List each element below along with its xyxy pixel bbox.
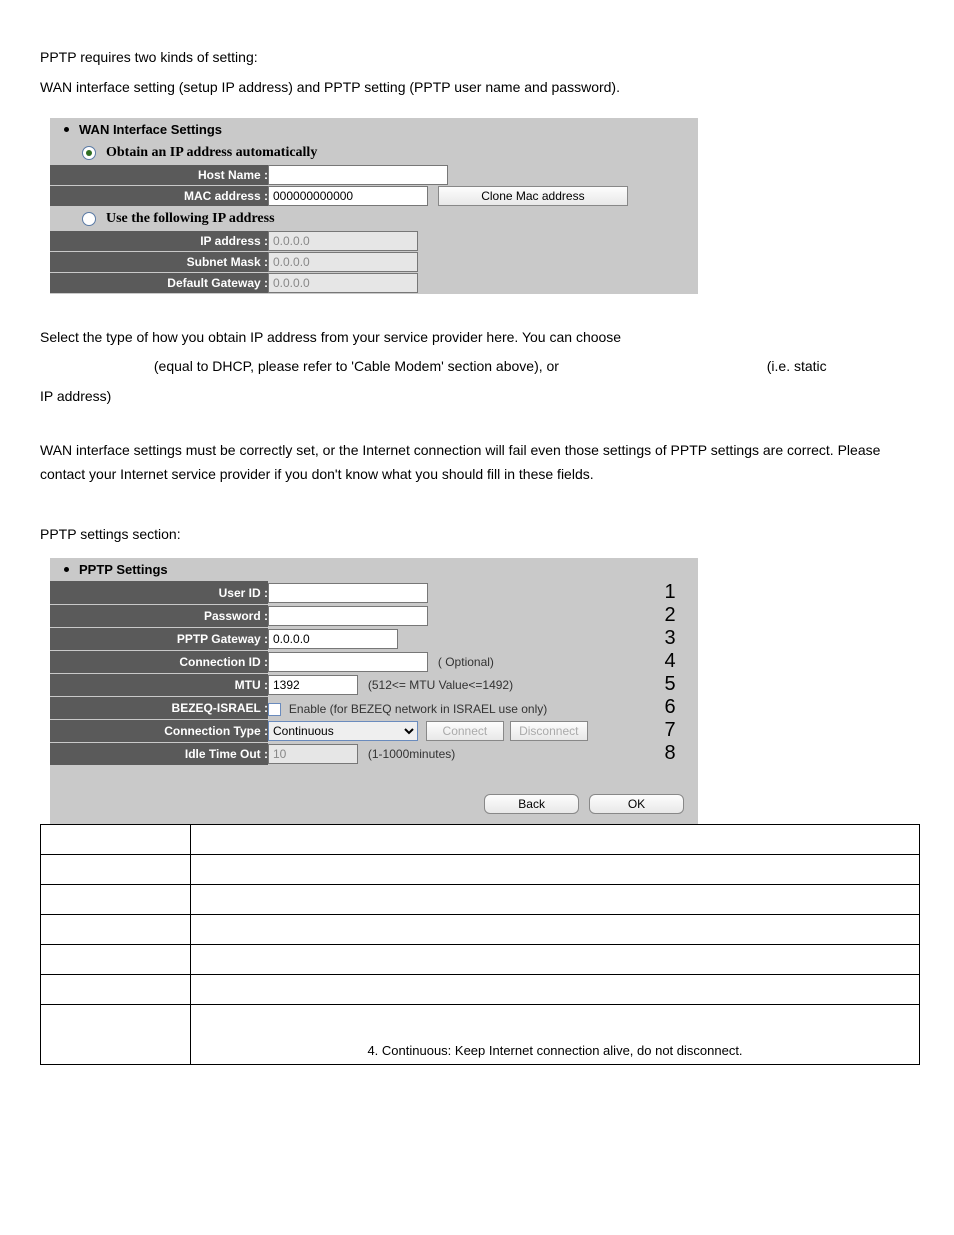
user-label: User ID : (50, 581, 268, 604)
wan-title: WAN Interface Settings (79, 122, 222, 137)
user-input[interactable] (268, 583, 428, 603)
num-7: 7 (642, 719, 698, 742)
radio-auto-label: Obtain an IP address automatically (106, 145, 317, 161)
mid-p3: PPTP settings section: (40, 523, 914, 547)
mask-label: Subnet Mask : (50, 251, 268, 272)
mac-label: MAC address : (50, 185, 268, 206)
ctype-select[interactable]: Continuous (268, 721, 418, 741)
mid-p1a: Select the type of how you obtain IP add… (40, 326, 914, 350)
bezeq-note: Enable (for BEZEQ network in ISRAEL use … (289, 702, 547, 716)
bezeq-label: BEZEQ-ISRAEL : (50, 696, 268, 719)
conn-note: ( Optional) (438, 655, 494, 669)
num-8: 8 (642, 742, 698, 765)
num-6: 6 (642, 696, 698, 719)
mtu-label: MTU : (50, 673, 268, 696)
idle-label: Idle Time Out : (50, 742, 268, 765)
bullet-icon (64, 127, 69, 132)
conn-input[interactable] (268, 652, 428, 672)
pw-input[interactable] (268, 606, 428, 626)
clone-mac-button[interactable]: Clone Mac address (438, 186, 628, 206)
radio-static[interactable] (82, 212, 96, 226)
gw-label: Default Gateway : (50, 272, 268, 293)
disconnect-button[interactable]: Disconnect (510, 721, 588, 741)
mtu-input[interactable] (268, 675, 358, 695)
wan-panel: WAN Interface Settings Obtain an IP addr… (50, 118, 698, 294)
mid-p1d: IP address) (40, 385, 914, 409)
mask-input[interactable] (268, 252, 418, 272)
num-4: 4 (642, 650, 698, 673)
num-1: 1 (642, 581, 698, 604)
host-name-input[interactable] (268, 165, 448, 185)
idle-note: (1-1000minutes) (368, 747, 455, 761)
desc-row-7: 4. Continuous: Keep Internet connection … (191, 1004, 920, 1064)
mid-p1-row: (equal to DHCP, please refer to 'Cable M… (40, 355, 914, 379)
ip-input[interactable] (268, 231, 418, 251)
pptp-gw-label: PPTP Gateway : (50, 627, 268, 650)
ip-label: IP address : (50, 231, 268, 252)
intro-line-2: WAN interface setting (setup IP address)… (40, 76, 914, 100)
mid-p1c: (i.e. static (767, 358, 827, 374)
idle-input[interactable] (268, 744, 358, 764)
gw-input[interactable] (268, 273, 418, 293)
radio-auto[interactable] (82, 146, 96, 160)
back-button[interactable]: Back (484, 794, 579, 814)
mid-p2: WAN interface settings must be correctly… (40, 439, 914, 487)
ctype-label: Connection Type : (50, 719, 268, 742)
pw-label: Password : (50, 604, 268, 627)
mac-input[interactable] (268, 186, 428, 206)
mid-p1b: (equal to DHCP, please refer to 'Cable M… (154, 358, 559, 374)
host-name-label: Host Name : (50, 165, 268, 186)
pptp-panel: PPTP Settings User ID : 1 Password : 2 P… (50, 558, 698, 824)
ok-button[interactable]: OK (589, 794, 684, 814)
mtu-note: (512<= MTU Value<=1492) (368, 678, 513, 692)
pptp-gw-input[interactable] (268, 629, 398, 649)
num-3: 3 (642, 627, 698, 650)
radio-static-label: Use the following IP address (106, 211, 275, 227)
num-2: 2 (642, 604, 698, 627)
conn-label: Connection ID : (50, 650, 268, 673)
pptp-title: PPTP Settings (79, 562, 168, 577)
num-5: 5 (642, 673, 698, 696)
intro-line-1: PPTP requires two kinds of setting: (40, 46, 914, 70)
description-table: 4. Continuous: Keep Internet connection … (40, 824, 920, 1065)
bezeq-checkbox[interactable] (268, 703, 281, 716)
bullet-icon (64, 567, 69, 572)
connect-button[interactable]: Connect (426, 721, 504, 741)
